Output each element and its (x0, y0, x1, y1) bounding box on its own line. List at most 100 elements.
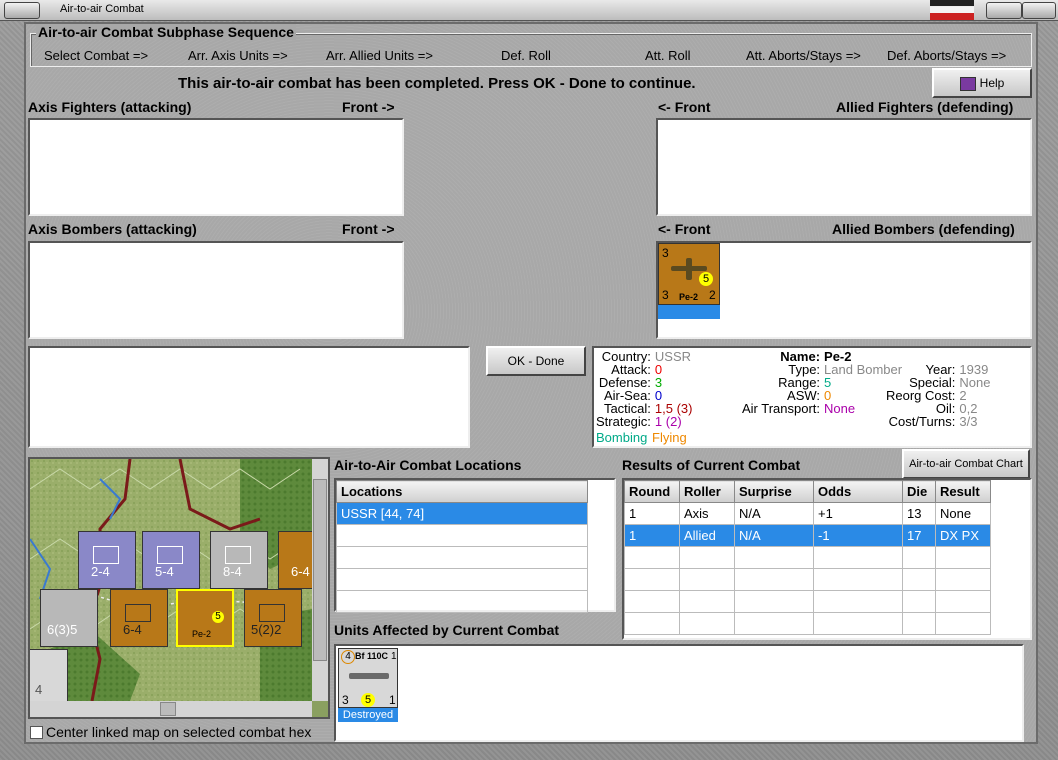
cell-result: DX PX (935, 524, 991, 547)
axis-bombers-front: Front -> (342, 221, 395, 237)
locations-table-box[interactable]: Locations USSR [44, 74] (334, 478, 616, 613)
location-row[interactable]: USSR [44, 74] (336, 502, 588, 525)
map-vscrollbar[interactable] (312, 459, 328, 701)
location-row-empty (336, 568, 588, 591)
unit-info-right: Year: 1939 Special: None Reorg Cost: 2 Oil:… (884, 363, 992, 428)
map-counter-pe2[interactable]: 5 Pe-2 (176, 589, 234, 647)
unit-name: Pe-2 (679, 292, 699, 302)
mini-map[interactable]: 2-4 5-4 8-4 6-4 6(3)5 6-4 5 Pe-2 5(2)2 4 (28, 457, 330, 719)
status-message: This air-to-air combat has been complete… (178, 75, 696, 92)
dialog-body: Air-to-air Combat Subphase Sequence Sele… (24, 22, 1038, 744)
cost-value: 3/3 (959, 414, 978, 429)
header-odds: Odds (813, 480, 903, 503)
header-round: Round (624, 480, 680, 503)
help-button[interactable]: Help (932, 68, 1032, 98)
map-counter-5[interactable]: 6(3)5 (40, 589, 98, 647)
strategic-label: Strategic: (596, 414, 651, 429)
pe2-unit-counter[interactable]: 3 5 3 Pe-2 2 (658, 243, 720, 319)
cell-roller: Allied (679, 524, 735, 547)
affected-title: Units Affected by Current Combat (334, 622, 560, 638)
cell-die: 13 (902, 502, 936, 525)
counter-9-value: 4 (35, 682, 43, 697)
locations-header: Locations (336, 480, 588, 503)
center-map-label: Center linked map on selected combat hex (46, 724, 312, 740)
unit-badge: 5 (699, 272, 713, 286)
bf110-unit-counter[interactable]: 4 Bf 110C 1 3 5 1 Destroyed (338, 648, 398, 724)
flying-tag: Flying (652, 430, 687, 445)
allied-bombers-box[interactable]: 3 5 3 Pe-2 2 (656, 241, 1032, 339)
cell-odds: +1 (813, 502, 903, 525)
cell-round: 1 (624, 502, 680, 525)
location-row-empty (336, 546, 588, 569)
axis-fighters-front: Front -> (342, 99, 395, 115)
results-table-box: Round Roller Surprise Odds Die Result 1 … (622, 478, 1032, 640)
axis-bombers-label: Axis Bombers (attacking) (28, 221, 197, 237)
infantry-icon (125, 604, 151, 622)
map-counter-3[interactable]: 8-4 (210, 531, 268, 589)
unit-info-left: Country: USSR Attack: 0 Defense: 3 Air-Sea:… (594, 350, 695, 428)
step-select-combat: Select Combat => (44, 48, 149, 63)
map-hscroll-thumb[interactable] (160, 702, 176, 716)
map-hscrollbar[interactable] (30, 701, 312, 717)
affected-badge: 5 (361, 693, 375, 707)
window-title: Air-to-air Combat (60, 3, 144, 15)
infantry-icon (259, 604, 285, 622)
table-row[interactable]: 1 Axis N/A +1 13 None (624, 502, 991, 525)
allied-bombers-front: <- Front (658, 221, 711, 237)
minimize-button[interactable] (986, 2, 1022, 19)
empty-row (624, 546, 991, 569)
affected-top-left: 4 (341, 650, 355, 664)
close-button[interactable] (1022, 2, 1056, 19)
transport-label: Air Transport: (742, 401, 821, 416)
header-roller: Roller (679, 480, 735, 503)
map-counter-1[interactable]: 2-4 (78, 531, 136, 589)
step-def-aborts: Def. Aborts/Stays => (887, 48, 1007, 63)
affected-units-box: 4 Bf 110C 1 3 5 1 Destroyed (334, 644, 1024, 742)
table-row[interactable]: 1 Allied N/A -1 17 DX PX (624, 524, 991, 547)
german-flag-icon (930, 0, 974, 20)
center-map-checkbox[interactable] (30, 726, 43, 739)
unit-left: 3 (662, 288, 669, 302)
bombing-tag: Bombing (596, 430, 648, 445)
map-vscroll-thumb[interactable] (313, 479, 327, 661)
center-map-checkbox-row[interactable]: Center linked map on selected combat hex (28, 724, 328, 742)
empty-row (624, 568, 991, 591)
map-counter-2[interactable]: 5-4 (142, 531, 200, 589)
unit-right: 2 (709, 288, 716, 302)
system-menu-button[interactable] (4, 2, 40, 19)
title-bar: Air-to-air Combat (0, 0, 1058, 21)
locations-title: Air-to-Air Combat Locations (334, 457, 522, 473)
counter-5-value: 6(3)5 (47, 622, 78, 637)
locations-table: Locations USSR [44, 74] (336, 480, 588, 613)
sequence-title: Air-to-air Combat Subphase Sequence (36, 24, 296, 40)
affected-unit-name: Bf 110C (355, 651, 389, 661)
unit-info-mid: Name: Pe-2 Type: Land Bomber Range: 5 ASW: 0… (740, 350, 904, 415)
location-row-empty (336, 590, 588, 613)
help-label: Help (979, 76, 1005, 90)
cell-surprise: N/A (734, 524, 814, 547)
results-header-row: Round Roller Surprise Odds Die Result (624, 480, 991, 503)
map-counter-8[interactable]: 5(2)2 (244, 589, 302, 647)
step-arr-axis: Arr. Axis Units => (188, 48, 288, 63)
map-counter-9[interactable]: 4 (30, 649, 68, 707)
cost-label: Cost/Turns: (888, 414, 956, 429)
help-book-icon (959, 76, 976, 91)
step-def-roll: Def. Roll (501, 48, 551, 63)
empty-row (624, 612, 991, 635)
allied-fighters-box[interactable] (656, 118, 1032, 216)
counter-2-value: 5-4 (155, 564, 174, 579)
infantry-icon (93, 546, 119, 564)
empty-row (624, 590, 991, 613)
cell-roller: Axis (679, 502, 735, 525)
counter-pe2-name: Pe-2 (192, 629, 212, 639)
affected-right: 1 (389, 693, 396, 707)
ok-done-button[interactable]: OK - Done (486, 346, 586, 376)
air-combat-chart-button[interactable]: Air-to-air Combat Chart (902, 449, 1030, 479)
selected-bar (658, 305, 720, 319)
window-frame: Air-to-air Combat Air-to-air Combat Subp… (0, 0, 1058, 760)
counter-1-value: 2-4 (91, 564, 110, 579)
axis-fighters-box[interactable] (28, 118, 404, 216)
axis-bombers-box[interactable] (28, 241, 404, 339)
map-counter-6[interactable]: 6-4 (110, 589, 168, 647)
unit-info-panel: Country: USSR Attack: 0 Defense: 3 Air-Sea:… (592, 346, 1032, 448)
